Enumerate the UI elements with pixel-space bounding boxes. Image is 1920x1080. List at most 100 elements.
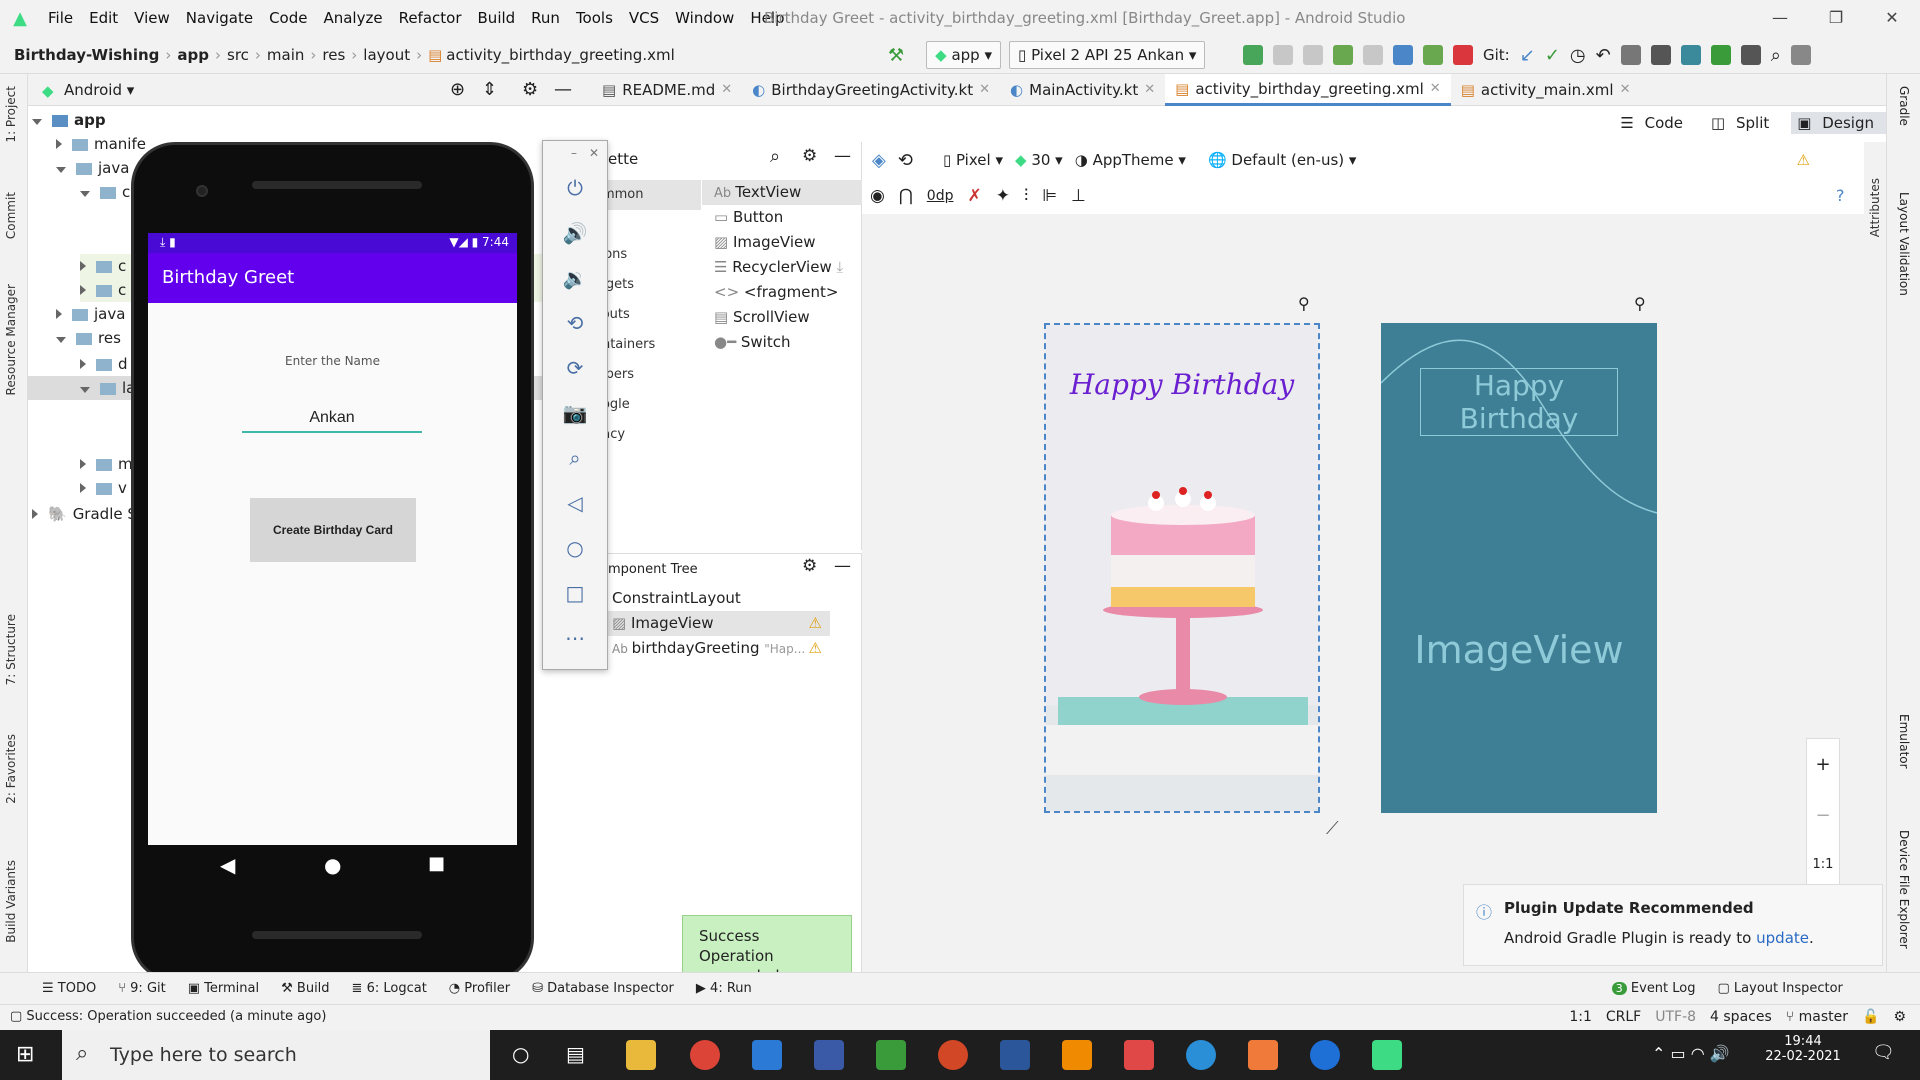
vlc-icon[interactable] bbox=[1062, 1040, 1092, 1070]
indent-setting[interactable]: 4 spaces bbox=[1710, 1009, 1772, 1025]
menu-vcs[interactable]: VCS bbox=[621, 9, 667, 27]
taskbar-search[interactable]: ⌕ Type here to search bbox=[62, 1030, 490, 1080]
close-tab-icon[interactable]: ✕ bbox=[1430, 73, 1441, 105]
zoom-icon[interactable]: ⌕ bbox=[543, 435, 607, 480]
tab-layout-inspector[interactable]: ▢ Layout Inspector bbox=[1718, 981, 1843, 996]
magnet-icon[interactable]: ⋂ bbox=[899, 186, 913, 206]
menu-view[interactable]: View bbox=[126, 9, 178, 27]
search-icon[interactable]: ⌕ bbox=[1771, 45, 1781, 66]
back-icon[interactable]: ◁ bbox=[543, 480, 607, 525]
rollback-icon[interactable]: ↶ bbox=[1596, 45, 1611, 66]
guidelines-icon[interactable]: ⊥ bbox=[1071, 186, 1086, 206]
create-birthday-card-button[interactable]: Create Birthday Card bbox=[250, 498, 416, 562]
git-app-icon[interactable] bbox=[1124, 1040, 1154, 1070]
minimize-icon[interactable]: — bbox=[1752, 0, 1808, 36]
blueprint-greeting-text[interactable]: Happy Birthday bbox=[1420, 368, 1618, 436]
attach-icon[interactable] bbox=[1423, 45, 1443, 65]
clock[interactable]: 19:44 22-02-2021 bbox=[1758, 1034, 1848, 1064]
search-icon[interactable]: ⌕ bbox=[770, 146, 780, 167]
tree-item[interactable]: java bbox=[56, 156, 129, 180]
device-manager-icon[interactable] bbox=[1650, 45, 1671, 65]
tree-item[interactable]: manife bbox=[56, 132, 146, 156]
more-icon[interactable]: ⋯ bbox=[543, 615, 607, 660]
zoom-out-icon[interactable]: − bbox=[1815, 805, 1830, 826]
system-tray-icons[interactable]: ⌃ ▭ ◠ 🔊 bbox=[1652, 1044, 1730, 1063]
close-icon[interactable]: ✕ bbox=[589, 146, 599, 160]
orientation-icon[interactable]: ⟲ bbox=[898, 150, 913, 171]
pin-icon[interactable]: ⚲ bbox=[1298, 294, 1310, 313]
breadcrumb-layout[interactable]: layout bbox=[363, 46, 410, 64]
avd-manager-icon[interactable] bbox=[1710, 45, 1731, 65]
clear-constraints-icon[interactable]: ✗ bbox=[967, 186, 981, 206]
tab-todo[interactable]: ☰ TODO bbox=[42, 981, 96, 996]
close-tab-icon[interactable]: ✕ bbox=[1144, 74, 1155, 106]
tab-structure[interactable]: 7: Structure bbox=[4, 614, 18, 685]
preview-greeting-text[interactable]: Happy Birthday bbox=[1044, 368, 1320, 401]
history-icon[interactable]: ◷ bbox=[1570, 45, 1586, 66]
eye-icon[interactable]: ◉ bbox=[870, 186, 885, 206]
default-margin[interactable]: 0dp bbox=[927, 188, 954, 204]
api-select[interactable]: ◆ 30 ▾ bbox=[1015, 151, 1063, 169]
menu-edit[interactable]: Edit bbox=[81, 9, 126, 27]
lock-icon[interactable]: 🔓 bbox=[1862, 1009, 1879, 1025]
design-mode-button[interactable]: ▣ Design bbox=[1791, 112, 1886, 134]
gear-icon[interactable]: ⚙ bbox=[802, 556, 817, 576]
palette-item-imageview[interactable]: ▨ ImageView bbox=[702, 230, 862, 255]
update-link[interactable]: update bbox=[1756, 929, 1809, 947]
palette-item-scrollview[interactable]: ▤ ScrollView bbox=[702, 305, 862, 330]
hammer-icon[interactable]: ⚒ bbox=[888, 45, 904, 66]
profile-icon[interactable] bbox=[1393, 45, 1413, 65]
overview-icon[interactable]: ■ bbox=[428, 853, 445, 874]
tab-logcat[interactable]: ≣ 6: Logcat bbox=[352, 981, 427, 996]
tab-birthday-activity[interactable]: ◐ BirthdayGreetingActivity.kt ✕ bbox=[742, 74, 1000, 106]
infer-constraints-icon[interactable]: ✦ bbox=[996, 186, 1010, 206]
back-icon[interactable]: ◀ bbox=[220, 853, 235, 877]
rotate-left-icon[interactable]: ⟲ bbox=[543, 300, 607, 345]
tab-git[interactable]: ⑂ 9: Git bbox=[118, 981, 166, 996]
pack-icon[interactable]: ⫶ bbox=[1024, 186, 1028, 206]
git-branch[interactable]: ⑂ master bbox=[1786, 1009, 1848, 1025]
tab-attributes[interactable]: Attributes bbox=[1868, 178, 1882, 237]
tree-item[interactable]: c bbox=[80, 180, 130, 204]
theme-select[interactable]: ◑ AppTheme ▾ bbox=[1075, 151, 1186, 169]
close-icon[interactable]: ✕ bbox=[1864, 0, 1920, 36]
split-mode-button[interactable]: ◫ Split bbox=[1705, 112, 1781, 134]
align-icon[interactable]: ⊫ bbox=[1042, 186, 1057, 206]
help-icon[interactable]: ? bbox=[1836, 186, 1845, 205]
layers-icon[interactable]: ◈ bbox=[872, 150, 886, 171]
git-commit-icon[interactable]: ✓ bbox=[1545, 45, 1560, 66]
locale-select[interactable]: 🌐 Default (en-us) ▾ bbox=[1208, 151, 1357, 169]
tab-build-variants[interactable]: Build Variants bbox=[4, 860, 18, 943]
home-icon[interactable]: ● bbox=[324, 853, 341, 877]
palette-item-fragment[interactable]: <> <fragment> bbox=[702, 280, 862, 305]
breadcrumb-src[interactable]: src bbox=[227, 46, 249, 64]
design-canvas[interactable] bbox=[862, 214, 1886, 972]
palette-item-button[interactable]: ▭ Button bbox=[702, 205, 862, 230]
file-explorer-icon[interactable] bbox=[626, 1040, 656, 1070]
warning-icon[interactable]: ⚠ bbox=[809, 636, 822, 661]
sync-gradle-icon[interactable] bbox=[1680, 45, 1701, 65]
tab-readme[interactable]: ▤ README.md ✕ bbox=[592, 74, 742, 106]
app-icon[interactable] bbox=[1310, 1040, 1340, 1070]
windows-start-icon[interactable]: ⊞ bbox=[16, 1042, 34, 1067]
tab-resource-manager[interactable]: Resource Manager bbox=[4, 284, 18, 395]
tree-item[interactable]: app bbox=[32, 108, 106, 132]
tab-database-inspector[interactable]: ⛁ Database Inspector bbox=[532, 981, 674, 996]
menu-run[interactable]: Run bbox=[523, 9, 568, 27]
zoom-in-icon[interactable]: + bbox=[1815, 754, 1830, 775]
tab-gradle[interactable]: Gradle bbox=[1897, 86, 1911, 126]
camera-icon[interactable]: 📷 bbox=[543, 390, 607, 435]
warning-icon[interactable]: ⚠ bbox=[1796, 151, 1809, 169]
close-tab-icon[interactable]: ✕ bbox=[979, 74, 990, 106]
menu-analyze[interactable]: Analyze bbox=[315, 9, 390, 27]
tree-node-constraintlayout[interactable]: ConstraintLayout bbox=[584, 586, 830, 611]
tree-item[interactable]: 🐘 Gradle S bbox=[32, 502, 137, 526]
tree-item[interactable]: m bbox=[80, 452, 133, 476]
close-tab-icon[interactable]: ✕ bbox=[1620, 74, 1631, 106]
powerpoint-icon[interactable] bbox=[938, 1040, 968, 1070]
file-encoding[interactable]: UTF-8 bbox=[1655, 1009, 1696, 1025]
stop-icon[interactable] bbox=[1453, 45, 1473, 65]
tab-build[interactable]: ⚒ Build bbox=[281, 981, 329, 996]
volume-down-icon[interactable]: 🔉 bbox=[543, 255, 607, 300]
breadcrumb-res[interactable]: res bbox=[322, 46, 345, 64]
